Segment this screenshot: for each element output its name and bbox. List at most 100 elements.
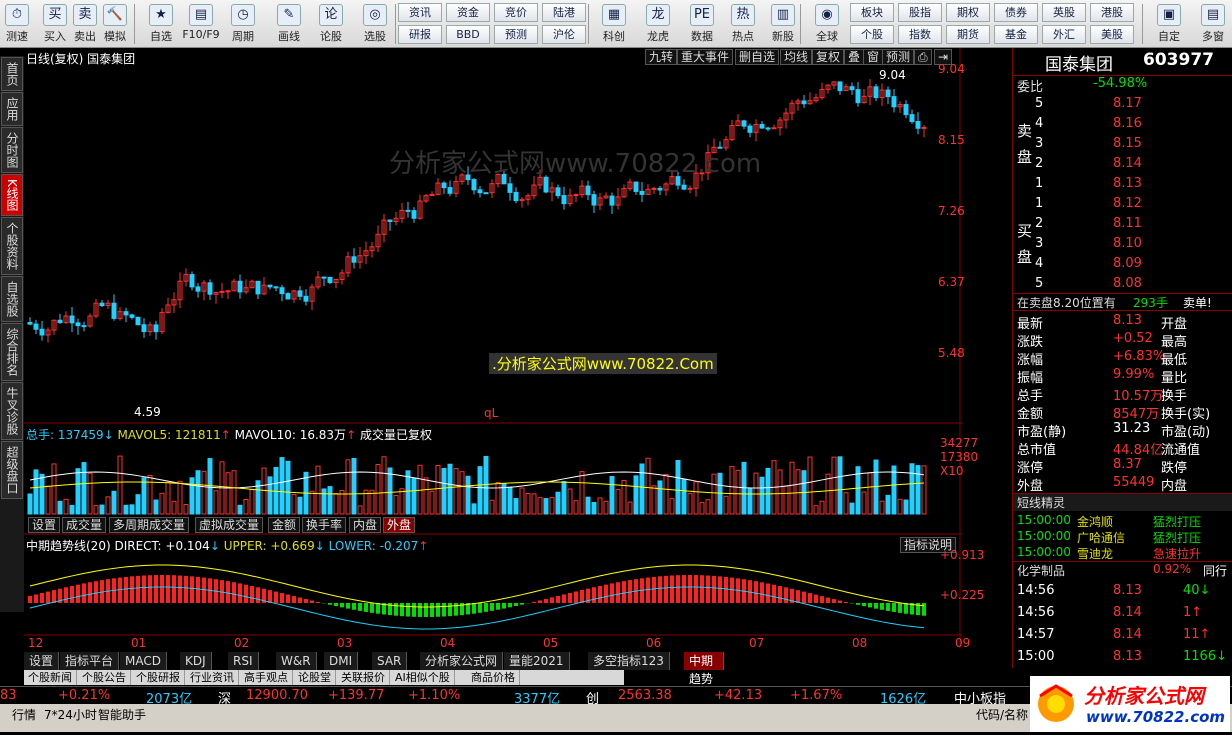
quick-BBD-button[interactable]: BBD bbox=[446, 25, 490, 44]
kline-chart-area[interactable]: 日线(复权) 国泰集团 九转 重大事件 删自选 均线 复权叠窗预测 ⎙ ⇥ 4.59 9.0… bbox=[24, 48, 984, 650]
quick-预测-button[interactable]: 预测 bbox=[494, 25, 538, 44]
market-基金-button[interactable]: 基金 bbox=[994, 25, 1038, 44]
side-tab-综合排名[interactable]: 综合排名 bbox=[1, 322, 23, 381]
market-英股-button[interactable]: 英股 bbox=[1042, 3, 1086, 22]
chart-tool-删自选[interactable]: 删自选 bbox=[735, 49, 780, 65]
indicator-tab-量能2021[interactable]: 量能2021 bbox=[504, 652, 570, 670]
toolbar-周期-button[interactable]: ◷ 周期 bbox=[222, 2, 264, 46]
toolbar-选股-button[interactable]: ◎ 选股 bbox=[354, 2, 396, 46]
indicator-header: 中期趋势线(20) DIRECT: +0.104↓ UPPER: +0.669↓… bbox=[26, 539, 429, 553]
chart-tool-均线[interactable]: 均线 bbox=[780, 49, 813, 65]
news-tab-商品价格[interactable]: 商品价格 bbox=[467, 670, 520, 685]
quick-资讯-button[interactable]: 资讯 bbox=[398, 3, 442, 22]
chart-tool-窗[interactable]: 窗 bbox=[863, 49, 884, 65]
volume-tab-换手率[interactable]: 换手率 bbox=[302, 517, 347, 533]
toolbar-模拟-button[interactable]: 🔨 模拟 bbox=[100, 2, 130, 46]
sell-price: 8.14 bbox=[1113, 156, 1142, 171]
market-债券-button[interactable]: 债券 bbox=[994, 3, 1038, 22]
chart-canvas[interactable] bbox=[24, 48, 962, 648]
chart-tool-九转[interactable]: 九转 bbox=[645, 49, 678, 65]
volume-tab-成交量[interactable]: 成交量 bbox=[62, 517, 107, 533]
market-外汇-button[interactable]: 外汇 bbox=[1042, 25, 1086, 44]
news-tab-高手观点[interactable]: 高手观点 bbox=[240, 670, 293, 685]
candle-body bbox=[111, 302, 117, 319]
toolbar-画线-button[interactable]: ✎ 画线 bbox=[268, 2, 310, 46]
market-股指-button[interactable]: 股指 bbox=[898, 3, 942, 22]
side-tab-超级盘口[interactable]: 超级盘口 bbox=[1, 440, 23, 499]
chart-export-icon[interactable]: ⎙ bbox=[914, 49, 932, 65]
indicator-tab-W&R[interactable]: W&R bbox=[276, 652, 317, 670]
news-tab-行业资讯[interactable]: 行业资讯 bbox=[186, 670, 239, 685]
quick-沪伦-button[interactable]: 沪伦 bbox=[542, 25, 586, 44]
toolbar-多窗-button[interactable]: ▤ 多窗 bbox=[1192, 2, 1232, 46]
indicator-tab-RSI[interactable]: RSI bbox=[228, 652, 259, 670]
quick-竞价-button[interactable]: 竞价 bbox=[494, 3, 538, 22]
indicator-tab-设置[interactable]: 设置 bbox=[24, 652, 60, 670]
toolbar-热点-button[interactable]: 热热点 bbox=[722, 2, 764, 46]
news-tab-关联报价[interactable]: 关联报价 bbox=[337, 670, 390, 685]
status-智能助手[interactable]: 智能助手 bbox=[98, 706, 146, 723]
indicator-tab-中期趋势线[interactable]: 中期趋势线 bbox=[684, 652, 724, 704]
volume-tab-设置[interactable]: 设置 bbox=[28, 517, 61, 533]
market-个股-button[interactable]: 个股 bbox=[850, 25, 894, 44]
news-tab-论股堂[interactable]: 论股堂 bbox=[294, 670, 336, 685]
volume-tab-金额[interactable]: 金额 bbox=[268, 517, 301, 533]
chart-tool-复权[interactable]: 复权 bbox=[812, 49, 845, 65]
status-行情[interactable]: 行情 bbox=[12, 706, 36, 723]
market-板块-button[interactable]: 板块 bbox=[850, 3, 894, 22]
side-tab-个股资料[interactable]: 个股资料 bbox=[1, 216, 23, 275]
market-港股-button[interactable]: 港股 bbox=[1090, 3, 1134, 22]
quick-研报-button[interactable]: 研报 bbox=[398, 25, 442, 44]
market-期货-button[interactable]: 期货 bbox=[946, 25, 990, 44]
toolbar-测速-button[interactable]: ⏱ 测速 bbox=[2, 2, 32, 46]
side-tab-首页[interactable]: 首页 bbox=[1, 57, 23, 91]
toolbar-全球-button[interactable]: ◉ 全球 bbox=[806, 2, 848, 46]
side-tab-自选股[interactable]: 自选股 bbox=[1, 275, 23, 322]
toolbar-自定-button[interactable]: ▣ 自定 bbox=[1148, 2, 1190, 46]
toolbar-论股-button[interactable]: 论论股 bbox=[310, 2, 352, 46]
side-tab-K线图[interactable]: K线图 bbox=[1, 174, 23, 216]
status-7*24小时[interactable]: 7*24小时 bbox=[44, 706, 97, 723]
indicator-tab-多空指标123[interactable]: 多空指标123 bbox=[588, 652, 670, 670]
chart-tool-重大事件[interactable]: 重大事件 bbox=[677, 49, 734, 65]
chart-tool-预测[interactable]: 预测 bbox=[882, 49, 915, 65]
indicator-tab-指标平台[interactable]: 指标平台 bbox=[60, 652, 120, 670]
indicator-tab-MACD[interactable]: MACD bbox=[120, 652, 167, 670]
volume-tab-虚拟成交量[interactable]: 虚拟成交量 bbox=[195, 517, 264, 533]
news-tab-个股研报[interactable]: 个股研报 bbox=[132, 670, 185, 685]
toolbar-数据-button[interactable]: PE 数据 bbox=[681, 2, 723, 46]
indicator-tab-分析家公式网[interactable]: 分析家公式网 bbox=[420, 652, 504, 670]
quick-陆港-button[interactable]: 陆港 bbox=[542, 3, 586, 22]
volume-tab-外盘[interactable]: 外盘 bbox=[383, 517, 416, 533]
volume-tab-内盘[interactable]: 内盘 bbox=[349, 517, 382, 533]
stock-name: 国泰集团 bbox=[1045, 55, 1113, 75]
news-tab-个股公告[interactable]: 个股公告 bbox=[78, 670, 131, 685]
toolbar-龙虎-button[interactable]: 龙龙虎 bbox=[637, 2, 679, 46]
side-tab-应用[interactable]: 应用 bbox=[1, 92, 23, 126]
toolbar-F10/F9-button[interactable]: ▤ F10/F9 bbox=[180, 2, 222, 46]
market-指数-button[interactable]: 指数 bbox=[898, 25, 942, 44]
indicator-tab-KDJ[interactable]: KDJ bbox=[180, 652, 212, 670]
chart-tool-叠[interactable]: 叠 bbox=[844, 49, 865, 65]
indicator-tab-DMI[interactable]: DMI bbox=[324, 652, 359, 670]
toolbar-新股-button[interactable]: ▥ 新股 bbox=[762, 2, 804, 46]
market-美股-button[interactable]: 美股 bbox=[1090, 25, 1134, 44]
market-期权-button[interactable]: 期权 bbox=[946, 3, 990, 22]
toolbar-科创-button[interactable]: ▦ 科创 bbox=[593, 2, 635, 46]
buy-price: 8.09 bbox=[1113, 256, 1142, 271]
news-tab-个股新闻[interactable]: 个股新闻 bbox=[24, 670, 77, 685]
quick-资金-button[interactable]: 资金 bbox=[446, 3, 490, 22]
toolbar-卖出-button[interactable]: 卖卖出 bbox=[70, 2, 100, 46]
volume-bar bbox=[909, 463, 915, 515]
toolbar-买入-button[interactable]: 买买入 bbox=[40, 2, 70, 46]
sprite-time: 15:00:00 bbox=[1017, 545, 1071, 559]
same-industry-button[interactable]: 同行 bbox=[1203, 562, 1227, 579]
quote-label: 外盘 bbox=[1017, 479, 1044, 494]
volume-tab-多周期成交量[interactable]: 多周期成交量 bbox=[109, 517, 190, 533]
side-tab-牛叉诊股[interactable]: 牛叉诊股 bbox=[1, 381, 23, 440]
side-tab-分时图[interactable]: 分时图 bbox=[1, 127, 23, 173]
news-tab-AI相似个股[interactable]: AI相似个股 bbox=[391, 670, 455, 685]
status-代码/名称[interactable]: 代码/名称 bbox=[976, 706, 1028, 723]
toolbar-自选-button[interactable]: ★ 自选 bbox=[140, 2, 182, 46]
indicator-tab-SAR[interactable]: SAR bbox=[372, 652, 408, 670]
